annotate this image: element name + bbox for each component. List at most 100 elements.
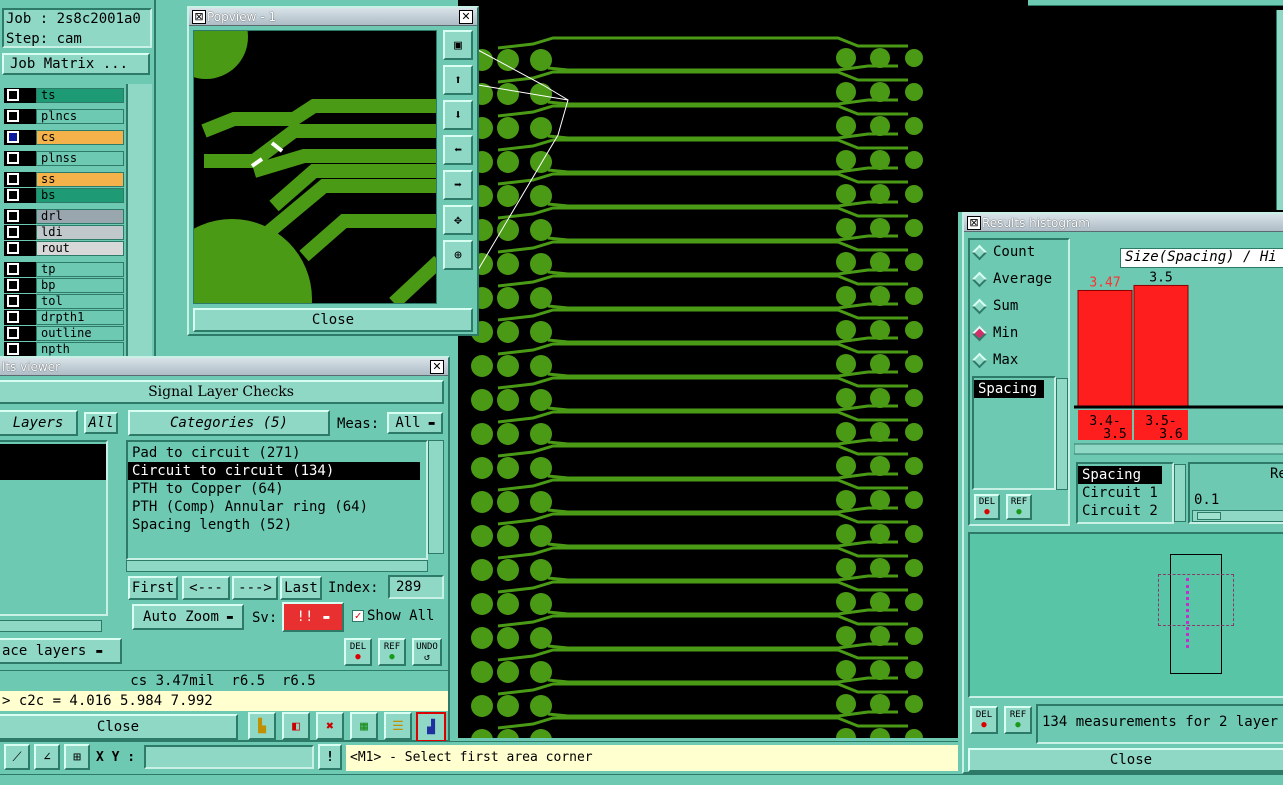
layer-row-plncs[interactable]: plncs bbox=[4, 109, 124, 124]
pcb-canvas[interactable] bbox=[458, 0, 958, 785]
layer-scrollbar[interactable] bbox=[126, 84, 152, 360]
axis-field-vscroll[interactable] bbox=[1174, 464, 1186, 522]
right-scroll[interactable] bbox=[1276, 10, 1283, 210]
layers-all-button[interactable]: All bbox=[84, 412, 118, 434]
field-list[interactable]: Spacing bbox=[972, 376, 1056, 490]
layer-row-rout[interactable]: rout bbox=[4, 241, 124, 256]
layers-tab[interactable]: Layers bbox=[0, 410, 78, 436]
preview-refresh-button[interactable]: REF ● bbox=[1004, 706, 1032, 734]
layer-row-tol[interactable]: tol bbox=[4, 294, 124, 309]
axis-field-item[interactable]: Spacing bbox=[1078, 466, 1162, 484]
categories-list[interactable]: Pad to circuit (271) Circuit to circuit (… bbox=[126, 440, 428, 560]
layer-checkbox[interactable] bbox=[7, 152, 19, 164]
zoom-fit-icon[interactable]: ⊕ bbox=[443, 240, 473, 270]
first-button[interactable]: First bbox=[128, 576, 178, 600]
option-min[interactable]: Min bbox=[971, 325, 1018, 341]
option-average[interactable]: Average bbox=[971, 271, 1052, 287]
job-matrix-button[interactable]: Job Matrix ... bbox=[2, 53, 150, 75]
histogram-bar[interactable] bbox=[1133, 284, 1189, 407]
option-max[interactable]: Max bbox=[971, 352, 1018, 368]
layer-checkbox[interactable] bbox=[7, 263, 19, 275]
results-viewer-close-icon[interactable]: ✕ bbox=[430, 360, 444, 374]
field-item[interactable]: Spacing bbox=[974, 380, 1044, 398]
layers-hscroll[interactable] bbox=[0, 620, 102, 632]
meas-select[interactable]: All ▬ bbox=[387, 412, 443, 434]
pan-left-icon[interactable]: ⬅ bbox=[443, 135, 473, 165]
layer-checkbox[interactable] bbox=[7, 131, 19, 143]
tool-icon-1[interactable]: ▙ bbox=[248, 712, 276, 740]
pan-down-icon[interactable]: ⬇ bbox=[443, 100, 473, 130]
zoom-window-icon[interactable]: ▣ bbox=[443, 30, 473, 60]
layer-row-ss[interactable]: ss bbox=[4, 172, 124, 187]
layer-row-tp[interactable]: tp bbox=[4, 262, 124, 277]
histogram-refresh-button[interactable]: REF ● bbox=[1006, 494, 1032, 520]
popview-close-icon[interactable]: ✕ bbox=[459, 10, 473, 24]
histogram-delete-button[interactable]: DEL ● bbox=[974, 494, 1000, 520]
layer-row-bs[interactable]: bs bbox=[4, 188, 124, 203]
tool-icon-2[interactable]: ◧ bbox=[282, 712, 310, 740]
index-input[interactable]: 289 bbox=[388, 575, 444, 599]
report-icon[interactable]: ☰ bbox=[384, 712, 412, 740]
pan-right-icon[interactable]: ➡ bbox=[443, 170, 473, 200]
field-vscroll[interactable] bbox=[1056, 378, 1068, 490]
zoom-in-icon[interactable]: ✥ bbox=[443, 205, 473, 235]
category-item[interactable]: Pad to circuit (271) bbox=[128, 444, 426, 462]
auto-zoom-select[interactable]: Auto Zoom ▬ bbox=[132, 604, 244, 630]
category-item[interactable]: Circuit to circuit (134) bbox=[128, 462, 420, 480]
pan-up-icon[interactable]: ⬆ bbox=[443, 65, 473, 95]
undo-button[interactable]: UNDO ↺ bbox=[412, 638, 442, 666]
category-item[interactable]: PTH to Copper (64) bbox=[128, 480, 426, 498]
layer-row-plnss[interactable]: plnss bbox=[4, 151, 124, 166]
histogram-menu-icon[interactable]: ⊠ bbox=[967, 216, 981, 230]
results-close-button[interactable]: Close bbox=[0, 714, 238, 740]
xy-input[interactable] bbox=[144, 745, 314, 769]
layer-checkbox[interactable] bbox=[7, 311, 19, 323]
severity-select[interactable]: !! ▬ bbox=[282, 602, 344, 632]
popview-canvas[interactable] bbox=[152, 0, 444, 379]
layer-checkbox[interactable] bbox=[7, 295, 19, 307]
popview-close-button[interactable]: Close bbox=[193, 308, 473, 332]
angle-icon[interactable]: ∠ bbox=[34, 744, 60, 770]
option-sum[interactable]: Sum bbox=[971, 298, 1018, 314]
alert-icon[interactable]: ! bbox=[318, 744, 342, 770]
layer-checkbox[interactable] bbox=[7, 327, 19, 339]
layer-checkbox[interactable] bbox=[7, 89, 19, 101]
layer-checkbox[interactable] bbox=[7, 343, 19, 355]
layers-list[interactable] bbox=[0, 440, 108, 616]
layer-row-cs[interactable]: cs bbox=[4, 130, 124, 145]
next-button[interactable]: ---> bbox=[232, 576, 278, 600]
layer-row-bp[interactable]: bp bbox=[4, 278, 124, 293]
grid-icon[interactable]: ⊞ bbox=[64, 744, 90, 770]
histogram-bar[interactable] bbox=[1077, 289, 1133, 407]
categories-hscroll[interactable] bbox=[126, 560, 428, 572]
delete-button[interactable]: DEL ● bbox=[344, 638, 372, 666]
layer-checkbox[interactable] bbox=[7, 279, 19, 291]
res-slider-thumb[interactable] bbox=[1197, 512, 1221, 520]
res-slider[interactable] bbox=[1192, 510, 1283, 522]
prev-button[interactable]: <--- bbox=[182, 576, 230, 600]
layer-row-ts[interactable]: ts bbox=[4, 88, 124, 103]
axis-field-list[interactable]: Spacing Circuit 1 Circuit 2 bbox=[1076, 462, 1174, 524]
categories-vscroll[interactable] bbox=[428, 440, 444, 554]
category-item[interactable]: Spacing length (52) bbox=[128, 516, 426, 534]
layer-checkbox[interactable] bbox=[7, 189, 19, 201]
layer-checkbox[interactable] bbox=[7, 242, 19, 254]
tool-icon-4[interactable]: ▦ bbox=[350, 712, 378, 740]
layer-row-drl[interactable]: drl bbox=[4, 209, 124, 224]
category-item[interactable]: PTH (Comp) Annular ring (64) bbox=[128, 498, 426, 516]
histogram-close-button[interactable]: Close bbox=[968, 748, 1283, 772]
layer-checkbox[interactable] bbox=[7, 110, 19, 122]
histogram-icon[interactable]: ▟ bbox=[416, 712, 446, 742]
layer-row-drpth1[interactable]: drpth1 bbox=[4, 310, 124, 325]
tool-icon-3[interactable]: ✖ bbox=[316, 712, 344, 740]
show-all-checkbox[interactable]: ✓ Show All bbox=[352, 608, 434, 624]
preview-delete-button[interactable]: DEL ● bbox=[970, 706, 998, 734]
option-count[interactable]: Count bbox=[971, 244, 1035, 260]
layer-row-ldi[interactable]: ldi bbox=[4, 225, 124, 240]
axis-field-item[interactable]: Circuit 2 bbox=[1078, 502, 1172, 520]
replace-layers-select[interactable]: ace layers ▬ bbox=[0, 638, 122, 664]
layer-checkbox[interactable] bbox=[7, 173, 19, 185]
layer-checkbox[interactable] bbox=[7, 210, 19, 222]
layer-row-outline[interactable]: outline bbox=[4, 326, 124, 341]
refresh-button[interactable]: REF ● bbox=[378, 638, 406, 666]
